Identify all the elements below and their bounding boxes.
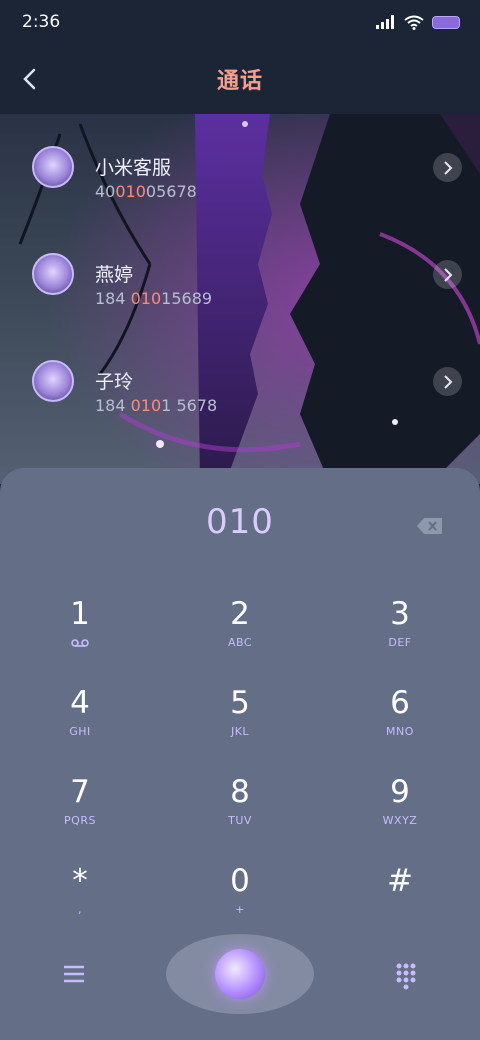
key-letters: ABC <box>227 636 253 649</box>
voicemail-icon <box>71 639 89 647</box>
avatar <box>32 253 74 295</box>
header: 通话 <box>0 44 480 114</box>
chevron-right-icon <box>443 267 452 282</box>
dial-key-8[interactable]: 8 TUV <box>175 774 305 854</box>
call-button[interactable] <box>166 934 314 1014</box>
signal-icon <box>376 15 394 29</box>
list-item[interactable]: 燕婷 184 01015689 <box>0 229 480 319</box>
key-digit: 2 <box>230 596 250 632</box>
status-time: 2:36 <box>22 12 61 32</box>
dial-key-5[interactable]: 5 JKL <box>175 685 305 765</box>
dial-key-2[interactable]: 2 ABC <box>175 596 305 676</box>
contact-detail-button[interactable] <box>433 153 462 182</box>
contact-detail-button[interactable] <box>433 367 462 396</box>
key-digit: 4 <box>70 685 90 721</box>
contact-number: 184 0101 5678 <box>95 396 218 415</box>
contact-number: 4001005678 <box>95 182 197 201</box>
list-item[interactable]: 小米客服 4001005678 <box>0 122 480 212</box>
dial-key-star[interactable]: * , <box>15 863 145 943</box>
dial-key-7[interactable]: 7 PQRS <box>15 774 145 854</box>
key-digit: 5 <box>230 685 250 721</box>
menu-icon[interactable] <box>58 958 90 990</box>
key-letters: + <box>235 903 245 916</box>
contact-name: 子玲 <box>95 371 134 393</box>
contact-detail-button[interactable] <box>433 260 462 289</box>
dial-key-3[interactable]: 3 DEF <box>335 596 465 676</box>
contact-name: 燕婷 <box>95 264 134 286</box>
dialpad-icon[interactable] <box>390 958 422 990</box>
call-icon <box>215 949 265 999</box>
key-letters: , <box>78 903 82 916</box>
dial-key-hash[interactable]: # <box>335 863 465 943</box>
back-button[interactable] <box>12 62 46 96</box>
status-icons <box>376 15 460 30</box>
dial-key-1[interactable]: 1 <box>15 596 145 676</box>
dialed-number: 010 <box>206 502 274 542</box>
battery-icon <box>432 15 460 29</box>
status-bar: 2:36 <box>0 0 480 44</box>
key-letters: GHI <box>69 725 91 738</box>
dial-key-0[interactable]: 0 + <box>175 863 305 943</box>
backspace-icon[interactable] <box>416 516 444 536</box>
dial-key-4[interactable]: 4 GHI <box>15 685 145 765</box>
key-letters: PQRS <box>64 814 96 827</box>
key-digit: 8 <box>230 774 250 810</box>
key-digit: 1 <box>70 596 90 632</box>
key-digit: # <box>387 863 413 899</box>
key-digit: 0 <box>230 863 250 899</box>
key-letters: WXYZ <box>382 814 418 827</box>
key-digit: * <box>72 863 88 899</box>
dial-key-9[interactable]: 9 WXYZ <box>335 774 465 854</box>
key-digit: 9 <box>390 774 410 810</box>
key-digit: 7 <box>70 774 90 810</box>
list-item[interactable]: 子玲 184 0101 5678 <box>0 336 480 426</box>
dial-key-6[interactable]: 6 MNO <box>335 685 465 765</box>
avatar <box>32 360 74 402</box>
key-letters: MNO <box>386 725 414 738</box>
back-icon <box>23 68 36 90</box>
page-title: 通话 <box>216 69 263 94</box>
key-digit: 6 <box>390 685 410 721</box>
key-letters: TUV <box>228 814 252 827</box>
chevron-right-icon <box>443 374 452 389</box>
key-digit: 3 <box>390 596 410 632</box>
avatar <box>32 146 74 188</box>
wifi-icon <box>404 15 424 30</box>
dial-panel: 010 1 2 ABC 3 DEF 4 GHI 5 JKL 6 MNO 7 PQ… <box>0 468 480 1040</box>
contact-name: 小米客服 <box>95 157 172 179</box>
key-letters: DEF <box>388 636 412 649</box>
contact-number: 184 01015689 <box>95 289 213 308</box>
chevron-right-icon <box>443 160 452 175</box>
key-letters: JKL <box>230 725 250 738</box>
